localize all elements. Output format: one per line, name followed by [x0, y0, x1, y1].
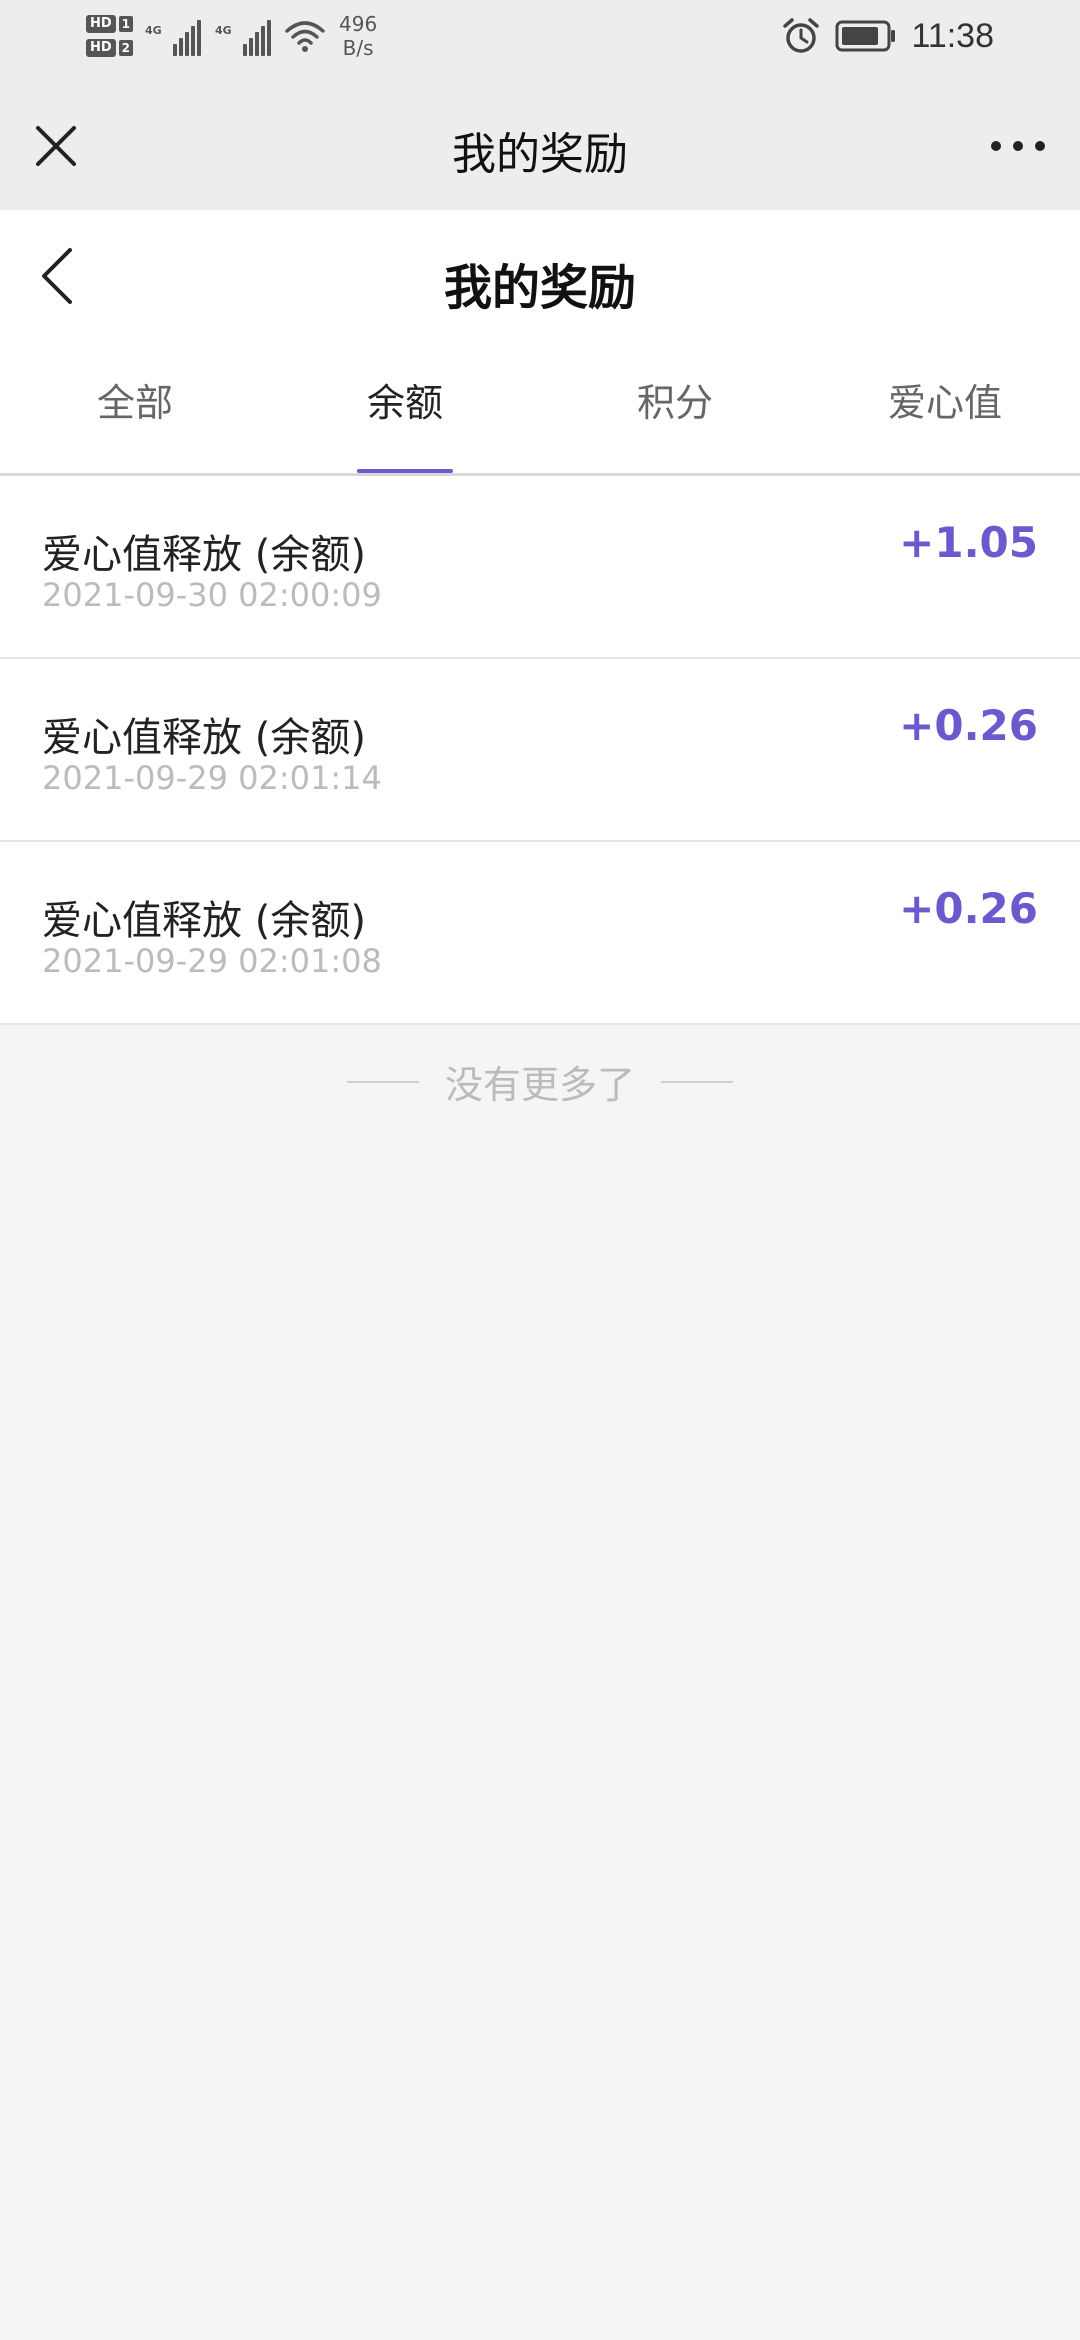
- tab-balance[interactable]: 余额: [270, 340, 540, 473]
- hd-label: HD: [86, 39, 116, 57]
- record-time: 2021-09-30 02:00:09: [42, 576, 382, 614]
- alarm-clock-icon: [783, 18, 820, 53]
- network-speed: 496 B/s: [339, 12, 377, 60]
- list-item[interactable]: 爱心值释放 (余额) 2021-09-29 02:01:14 +0.26: [0, 659, 1080, 842]
- battery-icon: [835, 20, 896, 52]
- status-bar: HD 1 HD 2 4G 4G 496 B/s 11:38: [0, 0, 1080, 84]
- speed-value: 496: [339, 12, 378, 36]
- record-amount: +0.26: [899, 701, 1038, 750]
- no-more-hint: 没有更多了: [0, 1054, 1080, 1109]
- hd-badge-1: HD 1: [86, 15, 134, 33]
- reward-tabs: 全部 余额 积分 爱心值: [0, 340, 1080, 476]
- tab-love-value[interactable]: 爱心值: [810, 340, 1080, 473]
- status-right: 11:38: [781, 16, 994, 56]
- more-icon: [991, 141, 1045, 151]
- tab-points[interactable]: 积分: [540, 340, 810, 473]
- no-more-text: 没有更多了: [444, 1063, 635, 1107]
- record-title: 爱心值释放 (余额): [42, 715, 366, 761]
- sim-number: 1: [118, 16, 134, 32]
- hd-label: HD: [86, 15, 116, 33]
- page-title: 我的奖励: [443, 260, 636, 316]
- clock: 11:38: [911, 16, 994, 55]
- record-title: 爱心值释放 (余额): [42, 898, 366, 944]
- hd-badge-2: HD 2: [86, 39, 134, 57]
- signal-icon: 4G: [145, 16, 202, 56]
- page-header: 我的奖励: [0, 210, 1080, 340]
- list-item[interactable]: 爱心值释放 (余额) 2021-09-29 02:01:08 +0.26: [0, 842, 1080, 1025]
- hd-indicators: HD 1 HD 2: [86, 15, 134, 57]
- wifi-icon: [285, 21, 325, 52]
- record-time: 2021-09-29 02:01:08: [42, 942, 382, 980]
- status-left: HD 1 HD 2 4G 4G 496 B/s: [86, 12, 377, 60]
- divider-line: [661, 1080, 733, 1083]
- signal-icon: 4G: [215, 16, 272, 56]
- record-amount: +1.05: [899, 518, 1038, 567]
- divider-line: [346, 1080, 419, 1083]
- more-options-button[interactable]: [988, 134, 1048, 158]
- reward-list: 爱心值释放 (余额) 2021-09-30 02:00:09 +1.05 爱心值…: [0, 476, 1080, 1025]
- tab-all[interactable]: 全部: [0, 340, 270, 473]
- record-title: 爱心值释放 (余额): [42, 532, 366, 578]
- speed-unit: B/s: [342, 36, 374, 60]
- sim-number: 2: [118, 40, 134, 56]
- network-type: 4G: [215, 24, 232, 37]
- list-item[interactable]: 爱心值释放 (余额) 2021-09-30 02:00:09 +1.05: [0, 476, 1080, 659]
- nav-title: 我的奖励: [452, 129, 628, 180]
- record-amount: +0.26: [899, 884, 1038, 933]
- record-time: 2021-09-29 02:01:14: [42, 759, 382, 797]
- top-nav-bar: 我的奖励: [0, 84, 1080, 210]
- network-type: 4G: [145, 24, 162, 37]
